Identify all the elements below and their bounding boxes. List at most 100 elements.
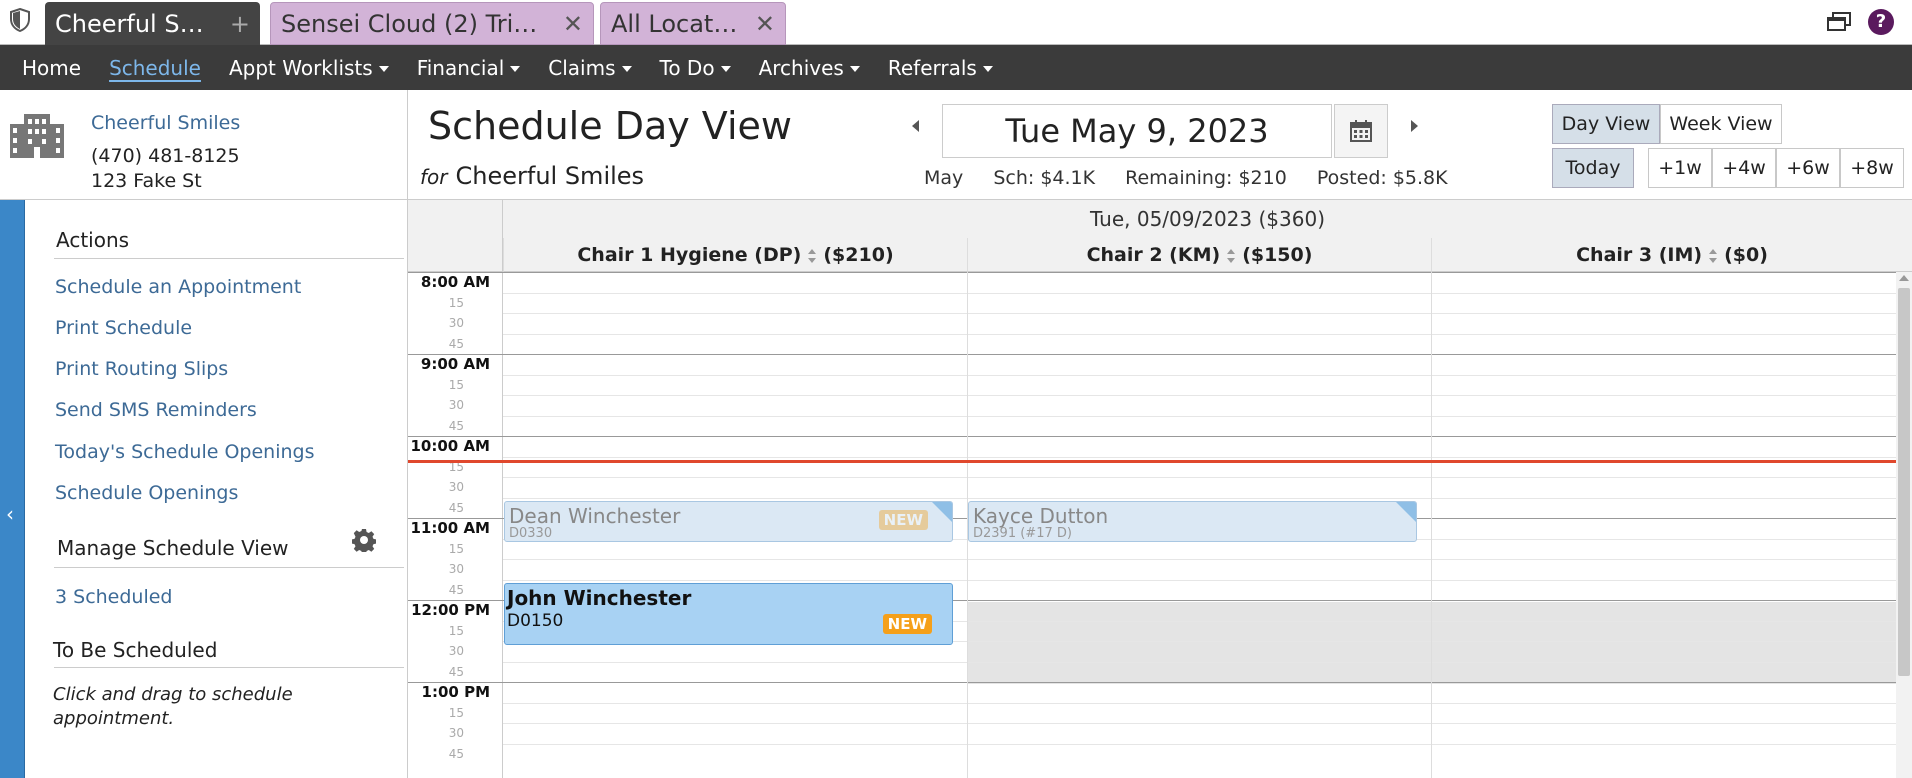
calendar-icon [1350,120,1372,142]
scroll-up-icon[interactable] [1899,275,1909,281]
quarter-line [503,313,1896,314]
minute-label: 15 [448,377,464,392]
new-patient-badge: NEW [878,510,928,530]
actions-heading: Actions [56,228,130,252]
scrollbar-thumb[interactable] [1898,288,1910,676]
close-icon[interactable]: ✕ [563,10,583,38]
nav-schedule[interactable]: Schedule [109,56,201,80]
day-view-button[interactable]: Day View [1552,104,1660,144]
appointment-john-winchester[interactable]: John Winchester D0150 NEW [504,583,953,645]
plus-8-weeks-button[interactable]: +8w [1840,148,1904,188]
quarter-line [503,333,1896,335]
week-view-button[interactable]: Week View [1660,104,1782,144]
time-gutter-header [408,200,503,272]
todays-schedule-openings-link[interactable]: Today's Schedule Openings [55,441,315,463]
sidebar: Actions Schedule an Appointment Print Sc… [25,200,408,778]
hour-line [408,354,1896,355]
column-header-chair-3[interactable]: Chair 3 (IM) ($0) [1431,238,1912,272]
today-button[interactable]: Today [1552,148,1634,188]
quarter-line [503,292,1896,294]
nav-home[interactable]: Home [22,56,81,80]
for-label: for [420,165,448,189]
minute-label: 30 [448,726,464,740]
column-header-chair-2[interactable]: Chair 2 (KM) ($150) [967,238,1431,272]
window-restore-icon[interactable] [1826,11,1852,33]
schedule-openings-link[interactable]: Schedule Openings [55,482,238,504]
time-label: 12:00 PM [411,601,490,619]
plus-4-weeks-button[interactable]: +4w [1712,148,1776,188]
column-amount: ($0) [1724,244,1768,266]
minute-label: 45 [448,500,464,515]
scheduled-count-link[interactable]: 3 Scheduled [55,586,173,608]
hour-line [408,682,1896,683]
sort-icon[interactable] [1708,248,1718,264]
tab-label: All Locations [611,9,743,38]
tab-all-locations[interactable]: All Locations ✕ [600,2,786,45]
appointment-kayce-dutton[interactable]: Kayce Dutton D2391 (#17 D) [968,501,1417,542]
hour-line [408,272,1896,273]
tab-cheerful-smiles[interactable]: Cheerful Smiles + [45,2,260,45]
column-header-chair-1[interactable]: Chair 1 Hygiene (DP) ($210) [503,238,967,272]
vertical-scrollbar[interactable] [1896,272,1912,778]
previous-day-icon[interactable] [912,120,919,132]
add-tab-icon[interactable]: + [230,10,250,38]
nav-claims[interactable]: Claims [548,56,632,80]
sort-icon[interactable] [807,248,817,264]
tab-label: Sensei Cloud (2) Trial Sy... [281,9,551,38]
sort-icon[interactable] [1226,248,1236,264]
tab-sensei-cloud[interactable]: Sensei Cloud (2) Trial Sy... ✕ [270,2,594,45]
nav-to-do[interactable]: To Do [660,56,731,80]
calendar-button[interactable] [1334,104,1388,158]
minute-label: 30 [448,644,464,658]
close-icon[interactable]: ✕ [755,10,775,38]
appointment-corner-flag [1396,502,1416,522]
appointment-dean-winchester[interactable]: Dean Winchester D0330 NEW [504,501,953,542]
column-amount: ($210) [823,244,894,266]
stats-scheduled: Sch: $4.1K [993,167,1096,189]
quarter-line [503,497,1896,499]
caret-down-icon [621,66,632,72]
time-label: 10:00 AM [410,437,490,455]
print-schedule-link[interactable]: Print Schedule [55,317,192,339]
send-sms-reminders-link[interactable]: Send SMS Reminders [55,399,257,421]
location-address: 123 Fake St [91,170,202,192]
new-patient-badge: NEW [882,614,932,634]
schedule-appointment-link[interactable]: Schedule an Appointment [55,276,301,298]
main-nav: Home Schedule Appt Worklists Financial C… [0,45,1912,90]
plus-6-weeks-button[interactable]: +6w [1776,148,1840,188]
patient-name: Kayce Dutton [973,504,1109,528]
caret-down-icon [982,66,993,72]
unavailable-block [968,602,1896,684]
stats-month: May [924,167,964,189]
time-label: 9:00 AM [420,355,490,373]
nav-appt-worklists[interactable]: Appt Worklists [229,56,389,80]
column-amount: ($150) [1242,244,1313,266]
tab-label: Cheerful Smiles [55,9,218,38]
print-routing-slips-link[interactable]: Print Routing Slips [55,358,228,380]
minute-label: 45 [448,746,464,761]
quarter-line [503,661,1896,663]
divider [54,258,404,259]
time-label: 11:00 AM [410,519,490,537]
minute-label: 15 [448,705,464,720]
nav-financial[interactable]: Financial [417,56,521,80]
divider [54,567,404,568]
schedule-body[interactable]: 8:00 AM 15 30 45 9:00 AM 15 30 45 10:00 AM 15 30 45… [408,272,1896,778]
next-day-icon[interactable] [1411,120,1418,132]
quarter-line [503,702,1896,704]
patient-name: John Winchester [507,586,692,610]
nav-referrals[interactable]: Referrals [888,56,993,80]
procedure-code: D0150 [507,611,564,631]
minute-label: 30 [448,562,464,576]
minute-label: 45 [448,582,464,597]
help-icon[interactable]: ? [1868,9,1894,35]
nav-label: Referrals [887,55,977,80]
plus-1-week-button[interactable]: +1w [1648,148,1712,188]
nav-archives[interactable]: Archives [759,56,860,80]
quarter-line [503,456,1896,458]
location-name-link[interactable]: Cheerful Smiles [91,112,240,134]
sidebar-collapse-toggle[interactable]: ‹ [0,200,25,778]
caret-down-icon [378,66,389,72]
date-field[interactable]: Tue May 9, 2023 [942,104,1332,158]
gear-icon[interactable] [352,528,376,552]
